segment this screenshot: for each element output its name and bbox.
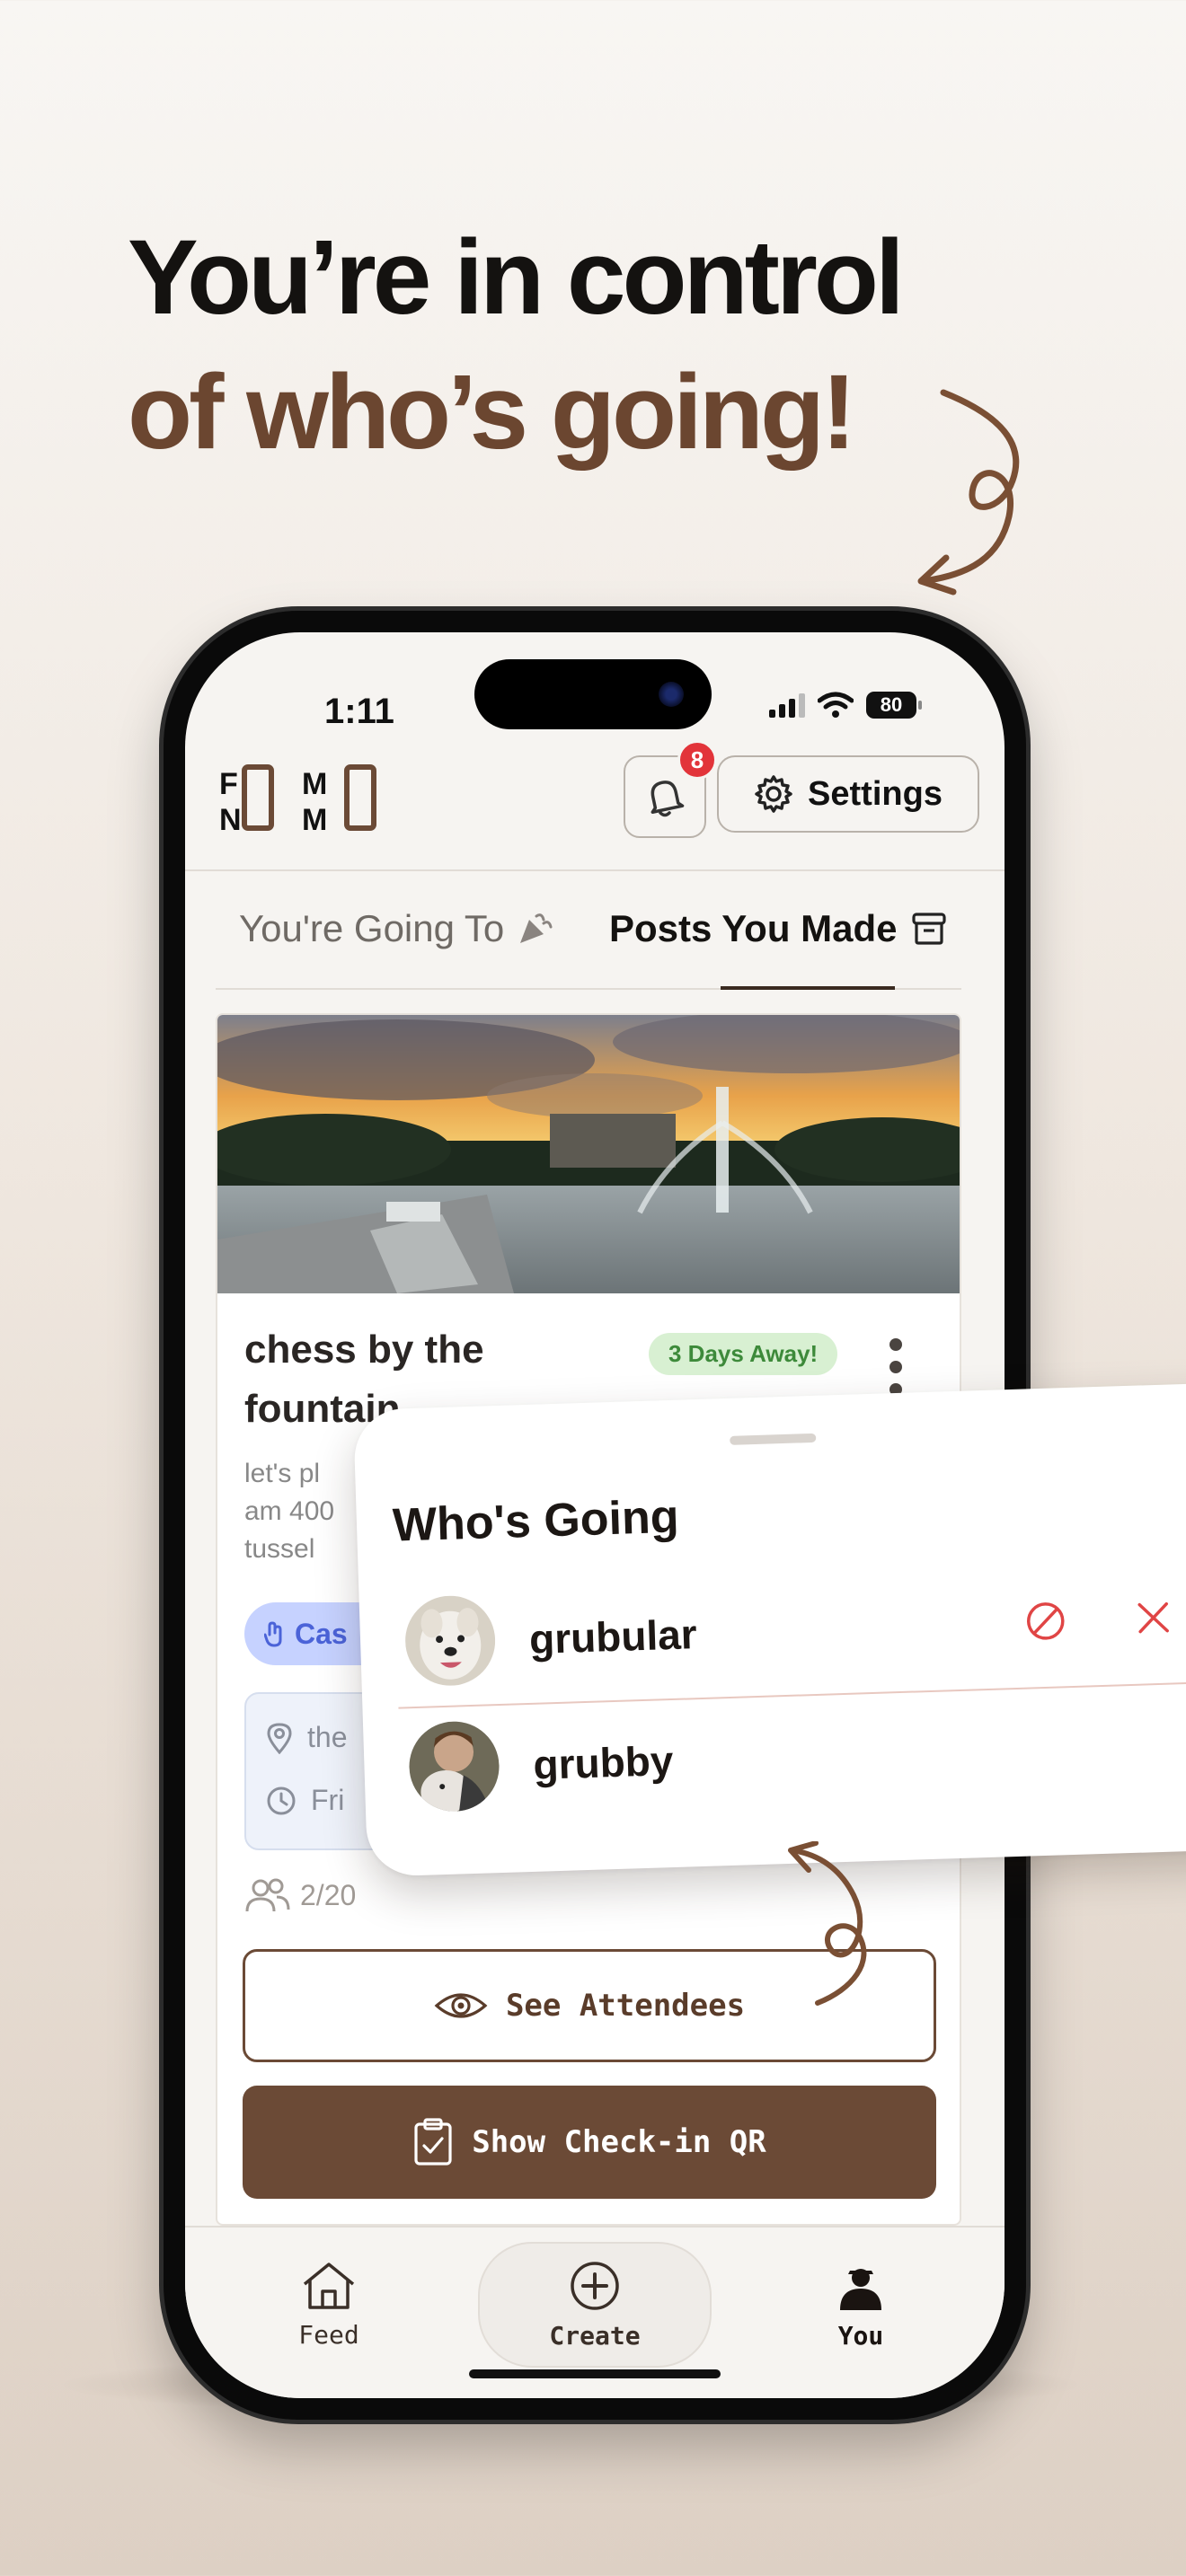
home-indicator [469, 2369, 721, 2378]
svg-text:F: F [219, 767, 238, 801]
dot-icon [890, 1361, 902, 1373]
notification-badge: 8 [677, 740, 717, 780]
whos-going-title: Who's Going [392, 1490, 680, 1552]
eye-icon [434, 1993, 488, 2018]
person-icon [840, 2268, 881, 2310]
nav-you-label: You [837, 2320, 884, 2351]
curly-arrow-icon [917, 389, 1020, 595]
home-icon [303, 2262, 355, 2309]
attendee-count-text: 2/20 [300, 1878, 357, 1911]
avatar [407, 1720, 501, 1813]
nav-feed[interactable]: Feed [212, 2242, 446, 2368]
nav-you[interactable]: You [744, 2242, 978, 2368]
see-attendees-label: See Attendees [505, 1988, 746, 2024]
svg-text:N: N [219, 803, 242, 834]
hand-icon [264, 1621, 282, 1647]
event-tag-label: Cas [295, 1617, 348, 1650]
attendee-row: grubular [394, 1562, 1186, 1696]
dot-icon [890, 1338, 902, 1351]
headline-line-2: of who’s going! [128, 353, 856, 472]
close-icon[interactable] [1134, 1598, 1173, 1636]
avatar [403, 1594, 497, 1688]
party-popper-icon [520, 913, 553, 943]
nav-create-label: Create [549, 2320, 641, 2351]
svg-text:M: M [302, 803, 327, 834]
tab-label: Posts You Made [609, 907, 898, 949]
settings-label: Settings [808, 774, 943, 813]
users-icon [245, 1878, 290, 1912]
event-description: let's pl am 400 tussel [244, 1459, 335, 1564]
event-photo [217, 1015, 960, 1293]
curly-arrow-icon [788, 1841, 867, 2006]
clipboard-check-icon [414, 2118, 452, 2166]
svg-text:M: M [302, 767, 327, 801]
show-qr-label: Show Check-in QR [472, 2124, 766, 2160]
status-time: 1:11 [324, 692, 394, 731]
attendee-name: grubular [528, 1610, 698, 1663]
attendee-row: grubby [399, 1688, 1186, 1822]
status-icons: 80 [769, 692, 922, 719]
active-tab-indicator [721, 986, 895, 990]
nav-feed-label: Feed [298, 2319, 359, 2350]
block-icon[interactable] [1024, 1600, 1067, 1642]
headline-line-1: You’re in control [128, 218, 905, 337]
fomo-nomo-logo: F N M M [219, 764, 376, 834]
plus-circle-icon [571, 2261, 619, 2310]
event-location-text: the [307, 1721, 348, 1753]
gear-icon [755, 775, 792, 813]
clock-icon [267, 1786, 296, 1814]
event-time-text: Fri [311, 1784, 345, 1816]
map-pin-icon [267, 1722, 292, 1754]
attendee-name: grubby [532, 1737, 675, 1788]
nav-create[interactable]: Create [478, 2242, 712, 2368]
battery-icon: 80 [866, 692, 922, 719]
tab-youre-going-to[interactable]: You're Going To [239, 907, 553, 950]
more-options-button[interactable] [887, 1338, 905, 1396]
wifi-icon [818, 692, 854, 718]
settings-button[interactable]: Settings [717, 755, 979, 833]
headline: You’re in control of who’s going! [128, 218, 905, 472]
sheet-drag-handle[interactable] [730, 1433, 817, 1445]
archive-box-icon [911, 913, 946, 945]
camera-icon [659, 682, 684, 707]
show-check-in-qr-button[interactable]: Show Check-in QR [243, 2086, 936, 2199]
days-away-badge: 3 Days Away! [649, 1333, 838, 1375]
tab-bar: You're Going To Posts You Made [216, 871, 961, 990]
whos-going-sheet: Who's Going grubular grubby [353, 1381, 1186, 1877]
dynamic-island [474, 659, 712, 729]
tab-posts-you-made[interactable]: Posts You Made [609, 907, 948, 950]
event-location: the [266, 1721, 347, 1754]
tab-label: You're Going To [239, 907, 505, 949]
bell-icon [651, 781, 685, 817]
attendee-count: 2/20 [244, 1877, 356, 1913]
event-time: Fri [266, 1784, 344, 1817]
cellular-signal-icon [769, 693, 805, 718]
